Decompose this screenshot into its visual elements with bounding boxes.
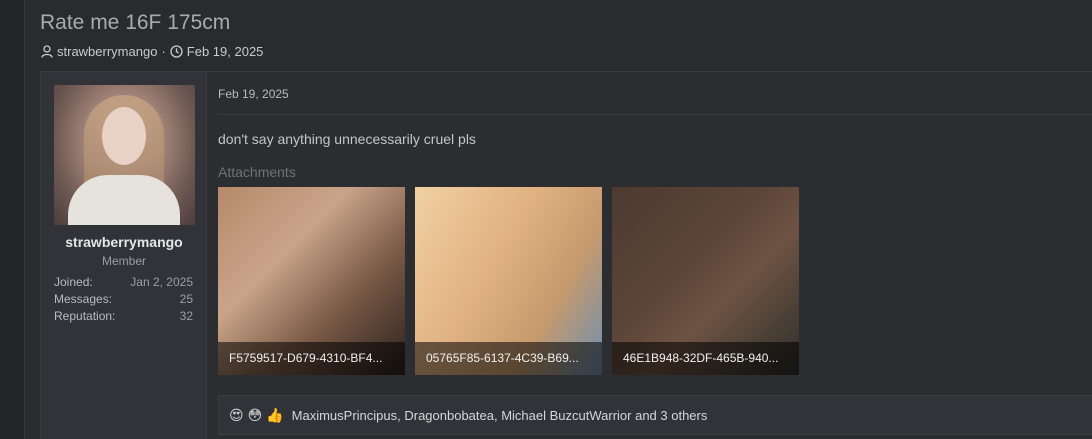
post: strawberrymango Member Joined: Jan 2, 20… [40,71,1092,439]
user-panel: strawberrymango Member Joined: Jan 2, 20… [41,72,207,439]
flushed-face-icon: 😳 [247,407,263,423]
user-icon [41,45,53,58]
reactions-bar[interactable]: 😍 😳 👍 MaximusPrincipus, Dragonbobatea, M… [218,395,1092,435]
username-link[interactable]: strawberrymango [41,234,207,250]
thumbs-up-icon: 👍 [266,407,284,423]
left-rail [0,0,25,439]
attachments-heading: Attachments [218,164,296,180]
page-title: Rate me 16F 175cm [40,11,231,34]
heart-eyes-icon: 😍 [229,407,244,423]
post-date-link[interactable]: Feb 19, 2025 [218,87,289,101]
stat-reputation: Reputation: 32 [54,309,193,323]
avatar[interactable] [54,85,195,225]
thread-meta: strawberrymango · Feb 19, 2025 [41,44,263,59]
attachment-filename: F5759517-D679-4310-BF4... [218,342,405,375]
attachments-list: F5759517-D679-4310-BF4... 05765F85-6137-… [218,187,799,375]
thread-author-link[interactable]: strawberrymango [57,44,157,59]
post-message: don't say anything unnecessarily cruel p… [218,131,476,147]
clock-icon [170,45,183,58]
user-stats: Joined: Jan 2, 2025 Messages: 25 Reputat… [54,274,193,325]
attachment-thumbnail[interactable]: 46E1B948-32DF-465B-940... [612,187,799,375]
attachment-thumbnail[interactable]: 05765F85-6137-4C39-B69... [415,187,602,375]
user-title: Member [101,254,146,268]
reactions-list-link[interactable]: MaximusPrincipus, Dragonbobatea, Michael… [292,408,708,423]
attachment-filename: 05765F85-6137-4C39-B69... [415,342,602,375]
divider [218,114,1092,115]
meta-separator: · [161,44,166,59]
stat-joined: Joined: Jan 2, 2025 [54,275,193,289]
stat-messages: Messages: 25 [54,292,193,306]
attachment-filename: 46E1B948-32DF-465B-940... [612,342,799,375]
post-content: Feb 19, 2025 don't say anything unnecess… [218,72,1092,439]
thread-date-link[interactable]: Feb 19, 2025 [187,44,264,59]
attachment-thumbnail[interactable]: F5759517-D679-4310-BF4... [218,187,405,375]
